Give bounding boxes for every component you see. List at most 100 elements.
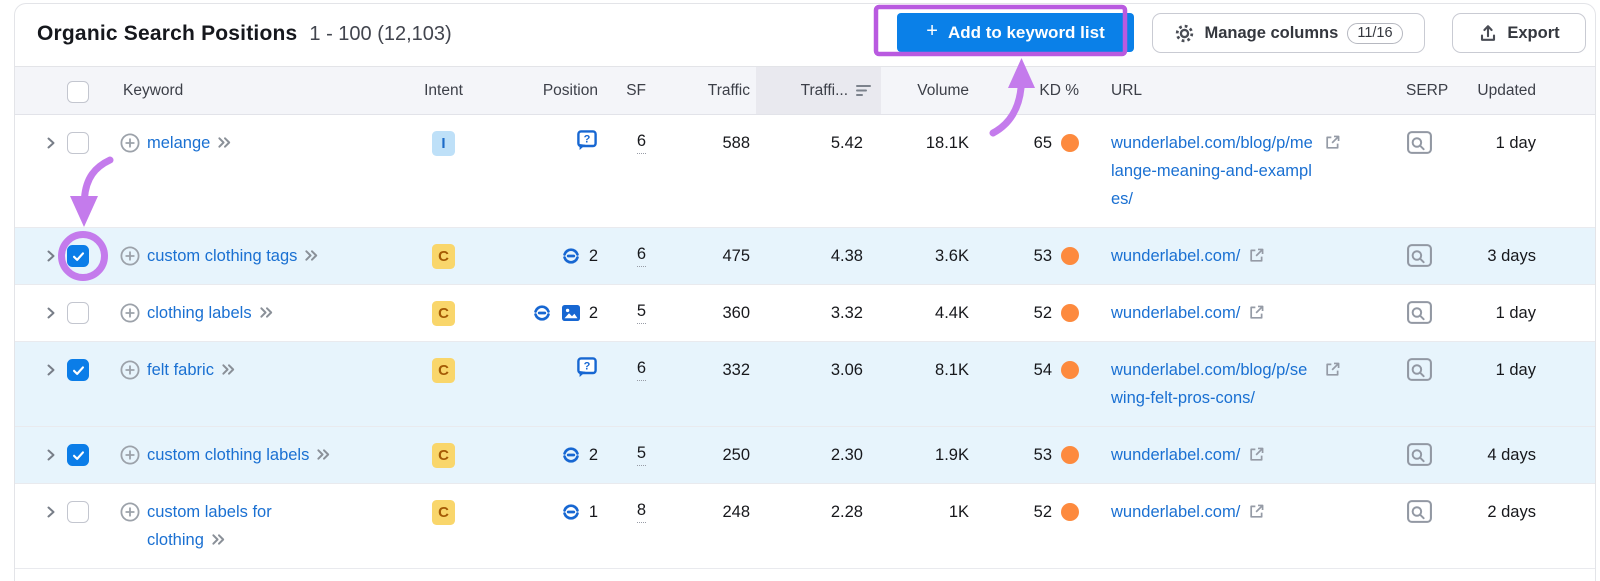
external-link-icon[interactable] [1247,303,1266,322]
export-button[interactable]: Export [1452,13,1586,53]
expand-row-chevron-icon[interactable] [43,447,59,463]
double-chevron-icon[interactable] [217,135,232,150]
url-link[interactable]: wunderlabel.com/ [1111,441,1240,469]
serp-features-count[interactable]: 8 [636,498,646,523]
url-link[interactable]: wunderlabel.com/ [1111,242,1240,270]
intent-badge: C [432,301,455,326]
add-keyword-plus-icon[interactable] [119,444,141,466]
intent-badge: C [432,443,455,468]
external-link-icon[interactable] [1323,360,1342,379]
serp-features-count[interactable]: 6 [636,129,646,154]
add-keyword-plus-icon[interactable] [119,302,141,324]
manage-columns-button[interactable]: Manage columns 11/16 [1152,13,1425,53]
table-row: felt fabric C ? 6 332 3.06 8.1K 54 wunde… [15,342,1595,427]
double-chevron-icon[interactable] [259,305,274,320]
double-chevron-icon[interactable] [304,248,319,263]
col-header-url[interactable]: URL [1096,67,1406,114]
url-link[interactable]: wunderlabel.com/blog/p/sewing-felt-pros-… [1111,356,1316,412]
traffic-pct-value: 2.28 [830,503,863,521]
position-value: ? [576,356,598,378]
col-header-kd[interactable]: KD % [991,67,1096,114]
select-all-checkbox[interactable] [67,81,89,103]
double-chevron-icon[interactable] [211,532,226,547]
add-to-keyword-list-label: Add to keyword list [947,22,1105,42]
serp-preview-icon[interactable] [1406,442,1433,467]
add-to-keyword-list-button[interactable]: + Add to keyword list [897,13,1134,52]
table-row: clothing labels C 2 5 360 3.32 4.4K 52 w… [15,285,1595,342]
add-keyword-plus-icon[interactable] [119,245,141,267]
url-link[interactable]: wunderlabel.com/blog/p/melange-meaning-a… [1111,129,1316,213]
serp-features-count[interactable]: 6 [636,356,646,381]
kd-difficulty-dot [1061,361,1079,379]
serp-preview-icon[interactable] [1406,357,1433,382]
updated-value: 2 days [1487,503,1536,521]
traffic-value: 360 [722,304,750,322]
row-checkbox[interactable] [67,132,89,154]
col-header-traffic[interactable]: Traffic [646,67,756,114]
col-header-keyword[interactable]: Keyword [101,67,401,114]
traffic-pct-value: 3.06 [830,361,863,379]
external-link-icon[interactable] [1323,133,1342,152]
manage-columns-label: Manage columns [1204,23,1339,42]
row-checkbox[interactable] [67,302,89,324]
keyword-link[interactable]: clothing labels [147,304,252,322]
keyword-link[interactable]: custom labels for clothing [147,503,272,549]
expand-row-chevron-icon[interactable] [43,305,59,321]
keyword-link[interactable]: felt fabric [147,361,214,379]
expand-row-chevron-icon[interactable] [43,248,59,264]
volume-value: 3.6K [935,247,969,265]
keyword-link[interactable]: custom clothing labels [147,446,309,464]
sitelink-icon [563,248,579,264]
row-checkbox[interactable] [67,245,89,267]
external-link-icon[interactable] [1247,445,1266,464]
external-link-icon[interactable] [1247,502,1266,521]
col-header-intent[interactable]: Intent [401,67,486,114]
col-header-position[interactable]: Position [486,67,598,114]
serp-features-count[interactable]: 6 [636,242,646,267]
col-header-sf[interactable]: SF [598,67,646,114]
expand-row-chevron-icon[interactable] [43,362,59,378]
position-value: 2 [531,299,598,327]
col-header-volume[interactable]: Volume [881,67,991,114]
position-value: ? [576,129,598,151]
col-header-traffic-pct[interactable]: Traffi... [756,67,881,114]
traffic-pct-label: Traffi... [800,81,848,99]
volume-value: 4.4K [935,304,969,322]
add-keyword-plus-icon[interactable] [119,359,141,381]
serp-preview-icon[interactable] [1406,499,1433,524]
kd-value: 54 [1033,361,1052,379]
page-title: Organic Search Positions [37,22,298,45]
serp-features-count[interactable]: 5 [636,299,646,324]
col-header-serp: SERP [1406,81,1449,99]
kd-value: 52 [1033,503,1052,521]
serp-preview-icon[interactable] [1406,130,1433,155]
add-keyword-plus-icon[interactable] [119,501,141,523]
expand-row-chevron-icon[interactable] [43,504,59,520]
col-header-updated[interactable]: Updated [1461,67,1596,114]
add-keyword-plus-icon[interactable] [119,132,141,154]
row-checkbox[interactable] [67,359,89,381]
table-row: custom clothing labels C 2 5 250 2.30 1.… [15,427,1595,484]
serp-preview-icon[interactable] [1406,243,1433,268]
updated-value: 1 day [1495,134,1536,152]
traffic-pct-value: 5.42 [830,134,863,152]
double-chevron-icon[interactable] [316,447,331,462]
expand-row-chevron-icon[interactable] [43,135,59,151]
row-checkbox[interactable] [67,501,89,523]
serp-preview-icon[interactable] [1406,300,1433,325]
traffic-value: 250 [722,446,750,464]
volume-value: 1.9K [935,446,969,464]
keyword-link[interactable]: custom clothing tags [147,247,297,265]
external-link-icon[interactable] [1247,246,1266,265]
url-link[interactable]: wunderlabel.com/ [1111,498,1240,526]
row-checkbox[interactable] [67,444,89,466]
url-link[interactable]: wunderlabel.com/ [1111,299,1240,327]
keyword-link[interactable]: melange [147,134,210,152]
table-row: custom clothing tags C 2 6 475 4.38 3.6K… [15,228,1595,285]
check-icon [72,251,84,261]
sort-descending-icon [856,85,871,96]
traffic-value: 248 [722,503,750,521]
kd-value: 53 [1033,446,1052,464]
serp-features-count[interactable]: 5 [636,441,646,466]
double-chevron-icon[interactable] [221,362,236,377]
